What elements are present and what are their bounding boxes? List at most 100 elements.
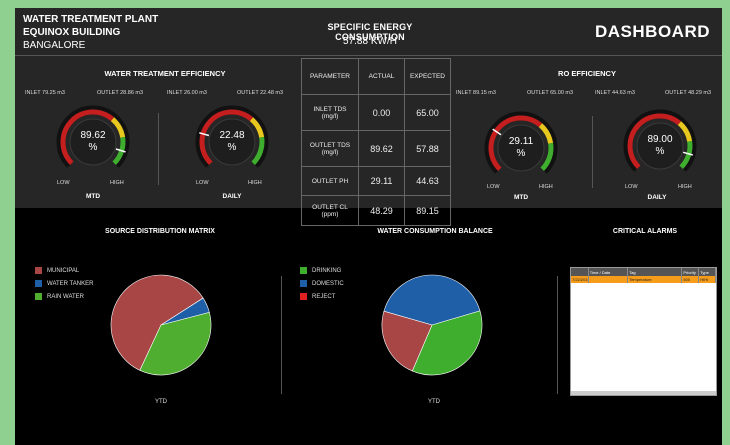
param-name: OUTLET PH (301, 166, 359, 196)
top-panel: WATER TREATMENT PLANT EQUINOX BUILDING B… (15, 8, 722, 226)
col-header-priority[interactable]: Priority (682, 268, 700, 276)
param-header: PARAMETER (301, 58, 359, 95)
legend-swatch (300, 267, 307, 274)
gauge-low-label: LOW (57, 180, 70, 186)
wte-title: WATER TREATMENT EFFICIENCY (104, 69, 226, 78)
expected-header: EXPECTED (404, 58, 451, 95)
param-name-line2: (mg/l) (321, 148, 339, 156)
gauge-ro-mtd: 29.11 % (483, 110, 559, 186)
param-actual: 29.11 (358, 166, 405, 196)
param-actual: 89.62 (358, 130, 405, 167)
gauge-name-daily: DAILY (222, 193, 242, 200)
dashboard-title: DASHBOARD (595, 22, 710, 41)
building-name: EQUINOX BUILDING (23, 27, 121, 38)
legend-swatch (300, 293, 307, 300)
dashboard-frame: WATER TREATMENT PLANT EQUINOX BUILDING B… (15, 8, 722, 445)
gauge-name-daily: DAILY (647, 194, 667, 201)
consumption-title: WATER CONSUMPTION BALANCE (377, 228, 493, 235)
gauge-unit: % (655, 146, 665, 157)
plant-name: WATER TREATMENT PLANT (23, 14, 159, 25)
table-row: INLET TDS (mg/l) 0.00 65.00 (301, 94, 451, 131)
col-header-time[interactable]: Time / Date (589, 268, 629, 276)
wte-mtd-outlet: OUTLET 28.86 m3 (97, 90, 144, 96)
gauge-wte-daily: 22.48 % (194, 104, 270, 180)
legend-label: DOMESTIC (312, 280, 344, 287)
gauge-high-label: HIGH (110, 180, 124, 186)
col-header-type[interactable]: Type (699, 268, 716, 276)
gauge-value: 22.48 (219, 130, 245, 141)
legend-label: DRINKING (312, 267, 342, 274)
consumption-footer: YTD (428, 399, 440, 405)
gauge-value: 89.62 (80, 130, 106, 141)
source-legend: MUNICIPAL WATER TANKER RAIN WATER (35, 267, 93, 306)
legend-label: WATER TANKER (47, 280, 94, 287)
panel-divider (281, 276, 282, 394)
legend-swatch (35, 293, 42, 300)
header-divider (15, 55, 722, 56)
table-row[interactable]: 7/22/2016 5:02 PM Temperature 500 HIHI (571, 276, 716, 283)
source-pie-chart (110, 274, 212, 376)
plant-title: WATER TREATMENT PLANT EQUINOX BUILDING B… (23, 13, 158, 52)
param-name-line1: OUTLET TDS (309, 141, 351, 149)
alarm-cell (589, 276, 629, 283)
param-name-line1: OUTLET PH (311, 177, 349, 185)
wte-daily-inlet: INLET 26.00 m3 (167, 90, 207, 96)
alarms-header-row: Time / Date Tag Priority Type (571, 268, 716, 276)
ro-mtd-outlet: OUTLET 65.00 m3 (527, 90, 574, 96)
wte-mtd-inlet: INLET 79.25 m3 (25, 90, 65, 96)
legend-item: REJECT (300, 293, 344, 300)
param-expected: 65.00 (404, 94, 451, 131)
gauge-name-mtd: MTD (513, 194, 529, 201)
gauge-name-mtd: MTD (85, 193, 101, 200)
param-name-line2: (ppm) (321, 210, 339, 218)
legend-label: REJECT (312, 293, 336, 300)
param-name-line1: OUTLET CL (312, 203, 348, 211)
legend-swatch (35, 280, 42, 287)
alarm-cell: HIHI (699, 276, 716, 283)
gauge-low-label: LOW (196, 180, 209, 186)
alarms-title: CRITICAL ALARMS (612, 228, 678, 235)
legend-swatch (35, 267, 42, 274)
legend-item: RAIN WATER (35, 293, 93, 300)
alarm-cell: Temperature (628, 276, 683, 283)
horizontal-scrollbar[interactable] (571, 391, 716, 395)
consumption-pie-chart (381, 274, 483, 376)
param-actual: 48.29 (358, 195, 405, 226)
alarm-cell: 7/22/2016 5:02 PM (572, 276, 589, 283)
gauge-high-label: HIGH (539, 184, 553, 190)
alarm-cell: 500 (682, 276, 700, 283)
consumption-legend: DRINKING DOMESTIC REJECT (300, 267, 344, 306)
sec-value: 57.88 KW/H (343, 36, 397, 47)
ro-title: RO EFFICIENCY (558, 69, 616, 78)
param-name: OUTLET CL (ppm) (301, 195, 359, 226)
table-row: OUTLET PH 29.11 44.63 (301, 166, 451, 196)
gauge-value: 29.11 (508, 136, 534, 147)
legend-item: DRINKING (300, 267, 344, 274)
param-expected: 89.15 (404, 195, 451, 226)
gauge-ro-daily: 89.00 % (622, 108, 698, 184)
legend-item: MUNICIPAL (35, 267, 93, 274)
table-row: OUTLET CL (ppm) 48.29 89.15 (301, 195, 451, 226)
gauge-high-label: HIGH (248, 180, 262, 186)
legend-swatch (300, 280, 307, 287)
gauge-unit: % (516, 148, 526, 159)
col-header (571, 268, 589, 276)
gauge-low-label: LOW (487, 184, 500, 190)
legend-item: WATER TANKER (35, 280, 93, 287)
gauge-divider (158, 113, 159, 185)
city-name: BANGALORE (23, 40, 86, 51)
alarms-grid[interactable]: Time / Date Tag Priority Type 7/22/2016 … (570, 267, 717, 396)
source-footer: YTD (155, 399, 167, 405)
col-header-tag[interactable]: Tag (628, 268, 683, 276)
source-title: SOURCE DISTRIBUTION MATRIX (105, 228, 215, 235)
gauge-unit: % (227, 142, 237, 153)
gauge-low-label: LOW (625, 184, 638, 190)
param-name-line2: (mg/l) (321, 112, 339, 120)
legend-label: RAIN WATER (47, 293, 84, 300)
param-name-line1: INLET TDS (313, 105, 347, 113)
panel-divider (557, 276, 558, 394)
param-expected: 44.63 (404, 166, 451, 196)
table-row: OUTLET TDS (mg/l) 89.62 57.88 (301, 130, 451, 167)
legend-item: DOMESTIC (300, 280, 344, 287)
gauge-unit: % (88, 142, 98, 153)
